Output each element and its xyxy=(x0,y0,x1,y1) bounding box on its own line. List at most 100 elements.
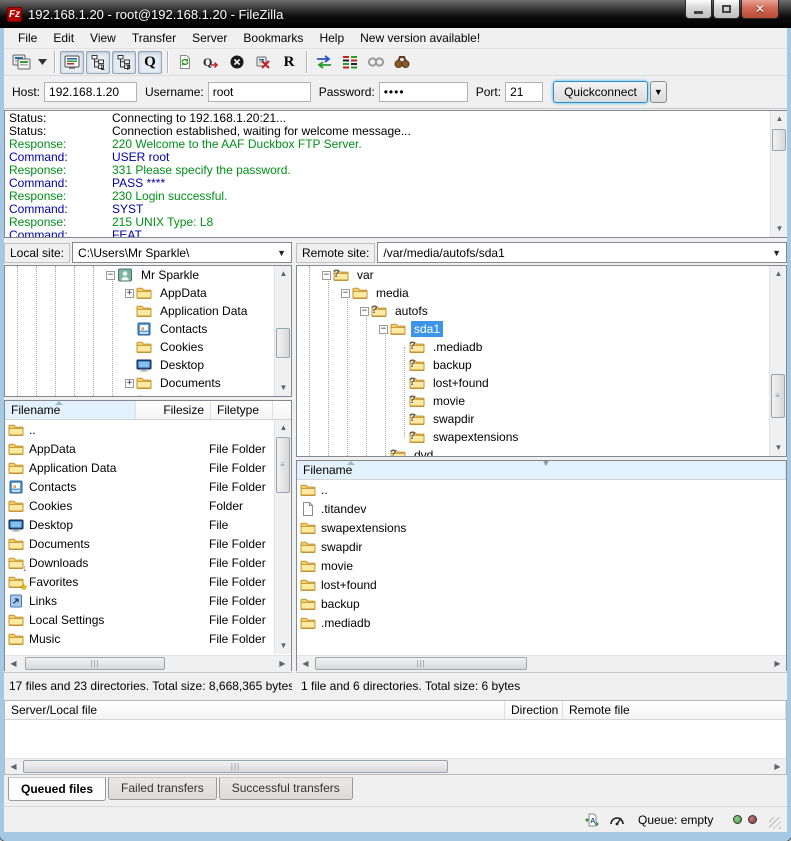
scroll-down-icon[interactable]: ▼ xyxy=(275,638,292,654)
file-row-lost-found[interactable]: lost+found xyxy=(297,575,786,594)
tree-item-desktop[interactable]: Desktop xyxy=(5,356,207,374)
queue-column-direction[interactable]: Direction xyxy=(505,701,563,719)
toggle-local-tree-button[interactable]: L xyxy=(86,51,110,74)
file-row-appdata[interactable]: AppDataFile Folder xyxy=(5,439,291,458)
file-row-application-data[interactable]: Application DataFile Folder xyxy=(5,458,291,477)
host-input[interactable] xyxy=(44,82,137,102)
remote-tree-scrollbar-thumb[interactable]: ≡ xyxy=(771,374,785,418)
remote-list-hscrollbar-thumb[interactable]: ||| xyxy=(315,657,527,670)
expand-expander-icon[interactable]: + xyxy=(123,289,136,298)
quickconnect-button[interactable]: Quickconnect xyxy=(553,81,648,103)
tree-item-mediadb[interactable]: ?.mediadb xyxy=(297,338,485,356)
collapse-expander-icon[interactable]: − xyxy=(104,271,117,280)
scroll-down-icon[interactable]: ▼ xyxy=(275,380,292,396)
process-queue-button[interactable]: Q xyxy=(199,51,223,74)
tree-item-cookies[interactable]: Cookies xyxy=(5,338,206,356)
disconnect-button[interactable] xyxy=(251,51,275,74)
title-bar[interactable]: Fz 192.168.1.20 - root@192.168.1.20 - Fi… xyxy=(0,0,791,28)
scroll-up-icon[interactable]: ▲ xyxy=(771,111,788,127)
site-manager-button[interactable] xyxy=(10,51,34,74)
close-button[interactable]: ✕ xyxy=(741,0,779,19)
local-list-hscrollbar[interactable]: ◀ ||| ▶ xyxy=(5,655,291,671)
menu-view[interactable]: View xyxy=(82,29,124,47)
queue-hscrollbar-thumb[interactable]: ||| xyxy=(23,760,448,773)
log-splitter[interactable] xyxy=(4,238,787,241)
file-row-swapdir[interactable]: swapdir xyxy=(297,537,786,556)
toggle-message-log-button[interactable] xyxy=(60,51,84,74)
log-scrollbar[interactable]: ▲ ▼ xyxy=(770,111,787,237)
tree-item-movie[interactable]: ?movie xyxy=(297,392,468,410)
collapse-expander-icon[interactable]: − xyxy=(339,289,352,298)
remote-site-combobox[interactable]: /var/media/autofs/sda1 ▼ xyxy=(377,242,787,263)
resize-grip[interactable] xyxy=(769,817,781,829)
tree-item-appdata[interactable]: +AppData xyxy=(5,284,210,302)
file-row-[interactable]: .. xyxy=(297,480,786,499)
tree-item-backup[interactable]: ?backup xyxy=(297,356,475,374)
scroll-up-icon[interactable]: ▲ xyxy=(770,266,787,282)
file-row-documents[interactable]: DocumentsFile Folder xyxy=(5,534,291,553)
collapse-arrow-icon[interactable]: ▼ xyxy=(542,460,551,468)
scroll-up-icon[interactable]: ▲ xyxy=(275,266,292,282)
queue-hscrollbar[interactable]: ◀ ||| ▶ xyxy=(5,758,786,774)
scroll-right-icon[interactable]: ▶ xyxy=(769,656,786,672)
log-scrollbar-thumb[interactable] xyxy=(772,129,786,151)
password-input[interactable] xyxy=(379,82,468,102)
quickconnect-dropdown-button[interactable]: ▼ xyxy=(650,81,667,103)
menu-transfer[interactable]: Transfer xyxy=(124,29,184,47)
menu-edit[interactable]: Edit xyxy=(45,29,82,47)
speed-limits-icon[interactable] xyxy=(609,812,627,828)
local-tree-scrollbar-thumb[interactable] xyxy=(276,328,290,358)
file-row-backup[interactable]: backup xyxy=(297,594,786,613)
file-row-local-settings[interactable]: Local SettingsFile Folder xyxy=(5,610,291,629)
local-list-scrollbar-thumb[interactable]: ≡ xyxy=(276,437,290,493)
file-row-[interactable]: .. xyxy=(5,420,291,439)
menu-server[interactable]: Server xyxy=(184,29,235,47)
panel-splitter[interactable] xyxy=(292,240,296,672)
local-site-combobox[interactable]: C:\Users\Mr Sparkle\ ▼ xyxy=(72,242,292,263)
remote-list-hscrollbar[interactable]: ◀ ||| ▶ xyxy=(297,655,786,671)
remote-tree-scrollbar[interactable]: ▲ ≡ ▼ xyxy=(769,266,786,456)
scroll-left-icon[interactable]: ◀ xyxy=(5,656,22,672)
chevron-down-icon[interactable]: ▼ xyxy=(767,248,786,258)
tab-queued-files[interactable]: Queued files xyxy=(8,777,106,801)
toggle-queue-button[interactable]: Q xyxy=(138,51,162,74)
filename-filters-button[interactable] xyxy=(364,51,388,74)
username-input[interactable] xyxy=(208,82,311,102)
chevron-down-icon[interactable]: ▼ xyxy=(272,248,291,258)
scroll-left-icon[interactable]: ◀ xyxy=(297,656,314,672)
file-row-movie[interactable]: movie xyxy=(297,556,786,575)
tab-successful-transfers[interactable]: Successful transfers xyxy=(219,777,353,800)
toggle-remote-tree-button[interactable]: F xyxy=(112,51,136,74)
maximize-button[interactable] xyxy=(713,0,740,19)
file-row-cookies[interactable]: CookiesFolder xyxy=(5,496,291,515)
tree-item-application-data[interactable]: Application Data xyxy=(5,302,250,320)
expand-expander-icon[interactable]: + xyxy=(123,379,136,388)
refresh-button[interactable] xyxy=(173,51,197,74)
file-row-contacts[interactable]: aContactsFile Folder xyxy=(5,477,291,496)
file-row-swapextensions[interactable]: swapextensions xyxy=(297,518,786,537)
tree-item-sda1[interactable]: −sda1 xyxy=(297,320,443,338)
tree-item-swapdir[interactable]: ?swapdir xyxy=(297,410,477,428)
column-header-filename[interactable]: Filename xyxy=(5,401,136,419)
transfer-type-icon[interactable]: A xyxy=(584,812,602,828)
local-list-hscrollbar-thumb[interactable]: ||| xyxy=(25,657,165,670)
tree-item-contacts[interactable]: aContacts xyxy=(5,320,210,338)
scroll-right-icon[interactable]: ▶ xyxy=(274,656,291,672)
tree-item-media[interactable]: −media xyxy=(297,284,412,302)
file-row-music[interactable]: MusicFile Folder xyxy=(5,629,291,648)
local-tree-splitter[interactable] xyxy=(4,397,292,400)
synchronized-browsing-button[interactable] xyxy=(312,51,336,74)
queue-column-server-local-file[interactable]: Server/Local file xyxy=(5,701,505,719)
tree-item-dvd[interactable]: ?dvd xyxy=(297,446,436,457)
file-row-favorites[interactable]: ★FavoritesFile Folder xyxy=(5,572,291,591)
tree-item-swapextensions[interactable]: ?swapextensions xyxy=(297,428,521,446)
scroll-down-icon[interactable]: ▼ xyxy=(771,221,788,237)
column-header-filesize[interactable]: Filesize xyxy=(136,401,211,419)
minimize-button[interactable] xyxy=(685,0,712,19)
scroll-up-icon[interactable]: ▲ xyxy=(275,420,292,436)
file-row-links[interactable]: LinksFile Folder xyxy=(5,591,291,610)
tab-failed-transfers[interactable]: Failed transfers xyxy=(108,777,217,800)
file-row-desktop[interactable]: DesktopFile xyxy=(5,515,291,534)
reconnect-button[interactable]: R xyxy=(277,51,301,74)
tree-item-autofs[interactable]: −?autofs xyxy=(297,302,431,320)
